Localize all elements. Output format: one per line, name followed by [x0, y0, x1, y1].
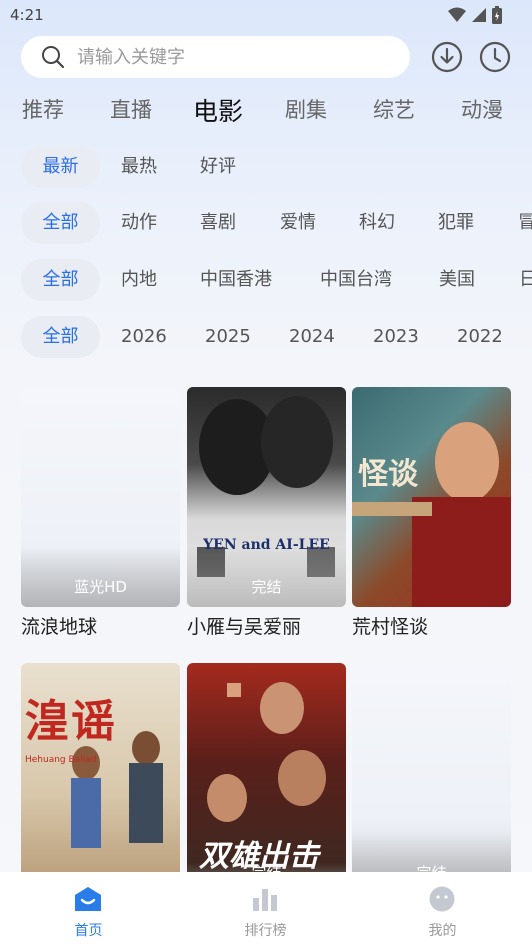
nav-profile-label: 我的: [428, 923, 457, 939]
history-icon[interactable]: [479, 41, 511, 73]
movie-poster[interactable]: YEN and AI-LEE 完结: [187, 387, 346, 607]
home-icon: [75, 887, 101, 911]
category-tabs: 推荐 直播 电影 剧集 综艺 动漫: [0, 94, 532, 130]
quality-badge: 蓝光HD: [21, 547, 180, 607]
filter-chip-all-region[interactable]: 全部: [21, 259, 100, 301]
battery-icon: [492, 6, 502, 24]
search-icon: [42, 46, 65, 69]
tab-series[interactable]: 剧集: [285, 94, 327, 124]
movie-poster[interactable]: 完结: [352, 663, 511, 883]
filter-chip-rated[interactable]: 好评: [200, 146, 236, 188]
movie-card[interactable]: 完结: [352, 663, 511, 883]
filter-row-sort: 最新 最热 好评: [0, 146, 532, 188]
tab-variety[interactable]: 综艺: [373, 94, 415, 124]
filter-chip-region[interactable]: 中国香港: [200, 259, 272, 301]
filter-chip-all-year[interactable]: 全部: [21, 316, 100, 358]
tab-anime[interactable]: 动漫: [461, 94, 503, 124]
filter-chip-year[interactable]: 2023: [373, 316, 419, 358]
filter-chip-region[interactable]: 中国台湾: [320, 259, 392, 301]
filter-chip-genre[interactable]: 动作: [121, 202, 157, 244]
movie-card[interactable]: 双雄出击 完结: [187, 663, 346, 883]
nav-ranking[interactable]: 排行榜: [177, 872, 354, 946]
filter-chip-latest[interactable]: 最新: [21, 146, 100, 188]
tab-live[interactable]: 直播: [110, 94, 152, 124]
nav-profile[interactable]: 我的: [354, 872, 531, 946]
poster-title-art: 怪谈: [358, 457, 418, 492]
nav-ranking-label: 排行榜: [244, 923, 287, 939]
filter-row-year: 全部 2026 2025 2024 2023 2022: [0, 316, 532, 358]
search-bar[interactable]: [21, 36, 410, 78]
bottom-nav: 首页 排行榜 我的: [0, 872, 532, 946]
movie-title[interactable]: 荒村怪谈: [352, 612, 511, 639]
wifi-icon: [448, 7, 466, 22]
filter-chip-region[interactable]: 内地: [121, 259, 157, 301]
filter-chip-year[interactable]: 2026: [121, 316, 167, 358]
filter-chip-genre[interactable]: 冒: [518, 202, 532, 244]
filter-chip-genre[interactable]: 犯罪: [438, 202, 474, 244]
filter-chip-genre[interactable]: 爱情: [280, 202, 316, 244]
poster-title-art: 湟谣: [25, 696, 117, 747]
status-icons: [448, 6, 502, 24]
search-input[interactable]: [77, 36, 397, 78]
filter-chip-year[interactable]: 2025: [205, 316, 251, 358]
movie-card[interactable]: 蓝光HD 流浪地球: [21, 387, 180, 639]
ranking-icon: [253, 889, 277, 911]
movie-card[interactable]: 怪谈 荒村怪谈: [352, 387, 511, 639]
filter-chip-year[interactable]: 2022: [457, 316, 503, 358]
movie-poster[interactable]: 蓝光HD: [21, 387, 180, 607]
movie-poster[interactable]: 怪谈: [352, 387, 511, 607]
status-badge: 完结: [187, 547, 346, 607]
filter-chip-genre[interactable]: 科幻: [359, 202, 395, 244]
profile-icon: [429, 886, 455, 912]
filter-chip-year[interactable]: 2024: [289, 316, 335, 358]
nav-home-label: 首页: [74, 923, 103, 939]
nav-home[interactable]: 首页: [0, 872, 177, 946]
tab-movies[interactable]: 电影: [193, 94, 243, 128]
poster-art: [352, 422, 511, 607]
filter-chip-all-genre[interactable]: 全部: [21, 202, 100, 244]
filter-row-region: 全部 内地 中国香港 中国台湾 美国 日: [0, 259, 532, 301]
movie-title[interactable]: 流浪地球: [21, 612, 180, 639]
signal-icon: [472, 8, 486, 22]
filter-chip-region[interactable]: 美国: [439, 259, 475, 301]
download-icon[interactable]: [431, 41, 463, 73]
poster-subtitle-art: Hehuang Ballad: [25, 755, 97, 765]
movie-poster[interactable]: 双雄出击 完结: [187, 663, 346, 883]
movie-title[interactable]: 小雁与吴爱丽: [187, 612, 346, 639]
filter-chip-hot[interactable]: 最热: [121, 146, 157, 188]
movie-card[interactable]: YEN and AI-LEE 完结 小雁与吴爱丽: [187, 387, 346, 639]
status-time: 4:21: [10, 6, 44, 24]
status-bar: 4:21: [0, 0, 532, 30]
tab-recommend[interactable]: 推荐: [22, 94, 64, 124]
movie-card[interactable]: 湟谣 Hehuang Ballad: [21, 663, 180, 883]
filter-chip-region[interactable]: 日: [519, 259, 532, 301]
filter-chip-genre[interactable]: 喜剧: [200, 202, 236, 244]
filter-row-genre: 全部 动作 喜剧 爱情 科幻 犯罪 冒: [0, 202, 532, 244]
movie-poster[interactable]: 湟谣 Hehuang Ballad: [21, 663, 180, 883]
